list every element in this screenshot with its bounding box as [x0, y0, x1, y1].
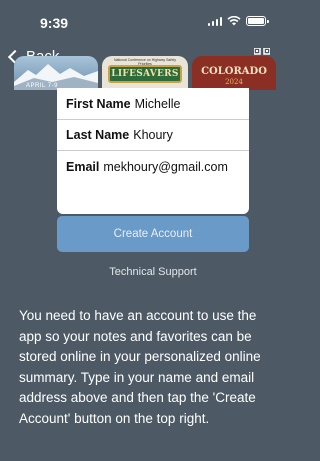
- wifi-icon: [227, 16, 241, 26]
- account-form: First Name Last Name Email: [57, 88, 275, 214]
- email-row[interactable]: Email: [57, 151, 249, 182]
- banner-date-text: APRIL 7-9: [26, 83, 58, 89]
- lifesavers-logo: LIFESAVERS: [108, 65, 182, 83]
- email-label: Email: [66, 159, 100, 174]
- banner-colorado-year: 2024: [225, 78, 243, 86]
- first-name-row[interactable]: First Name: [57, 88, 275, 120]
- banner-colorado-title: COLORADO: [201, 66, 267, 77]
- last-name-input[interactable]: [133, 128, 274, 142]
- banner-colorado-panel: COLORADO 2024: [192, 56, 276, 90]
- conference-banner: APRIL 7-9 National Conference on Highway…: [0, 56, 280, 90]
- status-bar: 9:39: [0, 0, 280, 40]
- banner-lifesavers-panel: National Conference on Highway Safety Pr…: [102, 56, 188, 90]
- banner-mountains-panel: APRIL 7-9: [14, 56, 98, 90]
- battery-icon: [246, 16, 269, 26]
- first-name-label: First Name: [66, 96, 131, 111]
- email-input[interactable]: [103, 159, 244, 174]
- last-name-row[interactable]: Last Name: [57, 120, 274, 151]
- status-icons: [207, 16, 269, 26]
- technical-support-link[interactable]: Technical Support: [0, 266, 306, 278]
- info-text: You need to have an account to use the a…: [19, 308, 261, 426]
- last-name-label: Last Name: [66, 128, 130, 142]
- create-account-button[interactable]: Create Account: [57, 216, 249, 252]
- status-time: 9:39: [40, 15, 69, 31]
- signal-icon: [207, 16, 222, 26]
- first-name-input[interactable]: [134, 96, 275, 111]
